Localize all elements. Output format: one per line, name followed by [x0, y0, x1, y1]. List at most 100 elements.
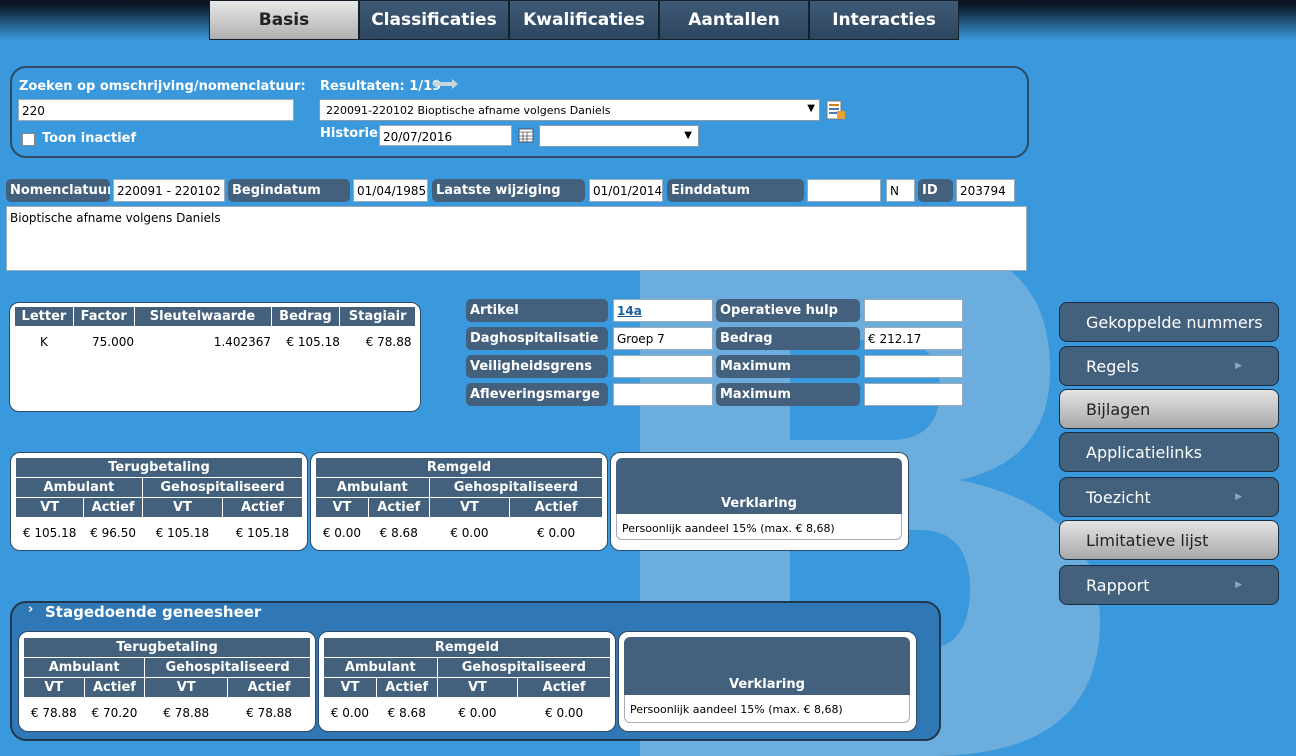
bijlagen-button[interactable]: Bijlagen	[1059, 389, 1279, 429]
amount-cell: € 8.68	[379, 526, 418, 540]
applicatielinks-button[interactable]: Applicatielinks	[1059, 432, 1279, 472]
maximum-label: Maximum	[716, 355, 860, 378]
einddatum-label: Einddatum	[667, 179, 804, 202]
tab-aantallen[interactable]: Aantallen	[659, 0, 809, 40]
table-row: € 0.00 € 8.68 € 0.00 € 0.00	[324, 698, 611, 729]
actief-header: Actief	[509, 497, 603, 518]
chevron-down-icon: ▼	[684, 130, 692, 141]
maximum-field-2[interactable]	[864, 383, 963, 406]
button-label: Regels	[1086, 356, 1140, 376]
gehospitaliseerd-header: Gehospitaliseerd	[436, 657, 612, 678]
actief-header: Actief	[83, 677, 146, 698]
column-header: Bedrag	[270, 306, 341, 327]
amount-cell: € 0.00	[545, 706, 584, 720]
tab-basis[interactable]: Basis	[209, 0, 359, 40]
bedrag-field[interactable]: € 212.17	[864, 327, 963, 350]
verklaring-title: Verklaring	[729, 677, 805, 692]
einddatum-field[interactable]	[807, 179, 881, 202]
stage-terugbetaling-table: Terugbetaling Ambulant Gehospitaliseerd V…	[22, 637, 311, 729]
result-select[interactable]: 220091-220102 Bioptische afname volgens …	[319, 99, 820, 121]
nomenclatuur-label: Nomenclatuur	[6, 179, 110, 202]
daghospitalisatie-field[interactable]: Groep 7	[613, 327, 713, 350]
verklaring-header: Verklaring	[616, 458, 902, 514]
stage-verklaring-text: Persoonlijk aandeel 15% (max. € 8,68)	[624, 695, 910, 723]
vt-header: VT	[141, 497, 223, 518]
inactive-label: Toon inactief	[42, 131, 137, 146]
toezicht-button[interactable]: Toezicht ▶	[1059, 477, 1279, 517]
tab-bar: Basis Classificaties Kwalificaties Aanta…	[209, 0, 959, 41]
button-label: Toezicht	[1086, 487, 1151, 507]
limitatieve-lijst-button[interactable]: Limitatieve lijst	[1059, 520, 1279, 560]
id-field[interactable]: 203794	[956, 179, 1015, 202]
cell-factor: 75.000	[92, 335, 135, 349]
tab-kwalificaties[interactable]: Kwalificaties	[509, 0, 659, 40]
actief-header: Actief	[83, 497, 143, 518]
vt-header: VT	[144, 677, 229, 698]
search-input[interactable]: 220	[18, 99, 294, 121]
veiligheidsgrens-field[interactable]	[613, 355, 713, 378]
table-row: € 105.18 € 96.50 € 105.18 € 105.18	[16, 518, 303, 549]
column-header: Sleutelwaarde	[133, 306, 272, 327]
inactive-checkbox[interactable]	[22, 133, 35, 146]
terugbetaling-header: Terugbetaling	[15, 457, 303, 478]
swap-arrows-icon[interactable]	[430, 77, 460, 91]
amount-cell: € 0.00	[322, 526, 361, 540]
amount-cell: € 105.18	[235, 526, 290, 540]
vt-header: VT	[323, 677, 377, 698]
chevron-down-icon: ▼	[807, 103, 815, 114]
tab-interacties[interactable]: Interacties	[809, 0, 959, 40]
begindatum-field[interactable]: 01/04/1985	[353, 179, 428, 202]
cell-bedrag: € 105.18	[286, 335, 340, 349]
maximum-field[interactable]	[864, 355, 963, 378]
chevron-right-icon: ▶	[1235, 580, 1242, 590]
laatste-wijziging-label: Laatste wijziging	[432, 179, 585, 202]
terugbetaling-header: Terugbetaling	[23, 637, 311, 658]
artikel-link[interactable]: 14a	[613, 299, 713, 322]
tab-classificaties[interactable]: Classificaties	[359, 0, 509, 40]
amount-cell: € 8.68	[387, 706, 426, 720]
chevron-right-icon[interactable]: ›	[28, 602, 33, 617]
result-select-value: 220091-220102 Bioptische afname volgens …	[326, 104, 611, 117]
results-label: Resultaten: 1/19	[320, 79, 442, 94]
begindatum-label: Begindatum	[228, 179, 350, 202]
amount-cell: € 0.00	[458, 706, 497, 720]
n-field[interactable]: N	[886, 179, 915, 202]
stage-title: Stagedoende geneesheer	[45, 603, 262, 621]
amount-cell: € 105.18	[155, 526, 210, 540]
rapport-button[interactable]: Rapport ▶	[1059, 565, 1279, 605]
cell-sleutelwaarde: 1.402367	[213, 335, 271, 349]
vt-header: VT	[428, 497, 511, 518]
history-select[interactable]: ▼	[539, 125, 699, 147]
afleveringsmarge-field[interactable]	[613, 383, 713, 406]
stage-verklaring-header: Verklaring	[624, 637, 910, 695]
button-label: Gekoppelde nummers	[1086, 312, 1263, 332]
button-label: Limitatieve lijst	[1086, 530, 1209, 550]
calendar-icon[interactable]	[518, 128, 534, 143]
id-label: ID	[918, 179, 953, 202]
column-header: Letter	[14, 306, 74, 327]
export-icon[interactable]	[826, 99, 846, 121]
afleveringsmarge-label: Afleveringsmarge	[466, 383, 608, 406]
actief-header: Actief	[227, 677, 311, 698]
artikel-link-text[interactable]: 14a	[617, 304, 642, 318]
amount-cell: € 70.20	[91, 706, 138, 720]
remgeld-table: Remgeld Ambulant Gehospitaliseerd VT Acti…	[315, 457, 604, 549]
vt-header: VT	[14, 497, 85, 518]
operatieve-hulp-field[interactable]	[864, 299, 963, 322]
description-field[interactable]: Bioptische afname volgens Daniels	[6, 206, 1027, 271]
table-row[interactable]: K 75.000 1.402367 € 105.18 € 78.88	[15, 327, 416, 358]
stage-remgeld-table: Remgeld Ambulant Gehospitaliseerd VT Acti…	[323, 637, 612, 729]
table-row: € 0.00 € 8.68 € 0.00 € 0.00	[316, 518, 603, 549]
nomenclatuur-field[interactable]: 220091 - 220102	[113, 179, 225, 202]
gehospitaliseerd-header: Gehospitaliseerd	[144, 657, 311, 678]
laatste-wijziging-field[interactable]: 01/01/2014	[589, 179, 663, 202]
vt-header: VT	[436, 677, 519, 698]
ambulant-header: Ambulant	[315, 477, 430, 498]
gekoppelde-nummers-button[interactable]: Gekoppelde nummers	[1059, 302, 1279, 342]
letter-table: Letter Factor Sleutelwaarde Bedrag Stagi…	[14, 306, 416, 357]
regels-button[interactable]: Regels ▶	[1059, 346, 1279, 386]
history-date-input[interactable]: 20/07/2016	[379, 125, 512, 146]
table-row: € 78.88 € 70.20 € 78.88 € 78.88	[24, 698, 311, 729]
actief-header: Actief	[375, 677, 438, 698]
remgeld-header: Remgeld	[323, 637, 611, 658]
